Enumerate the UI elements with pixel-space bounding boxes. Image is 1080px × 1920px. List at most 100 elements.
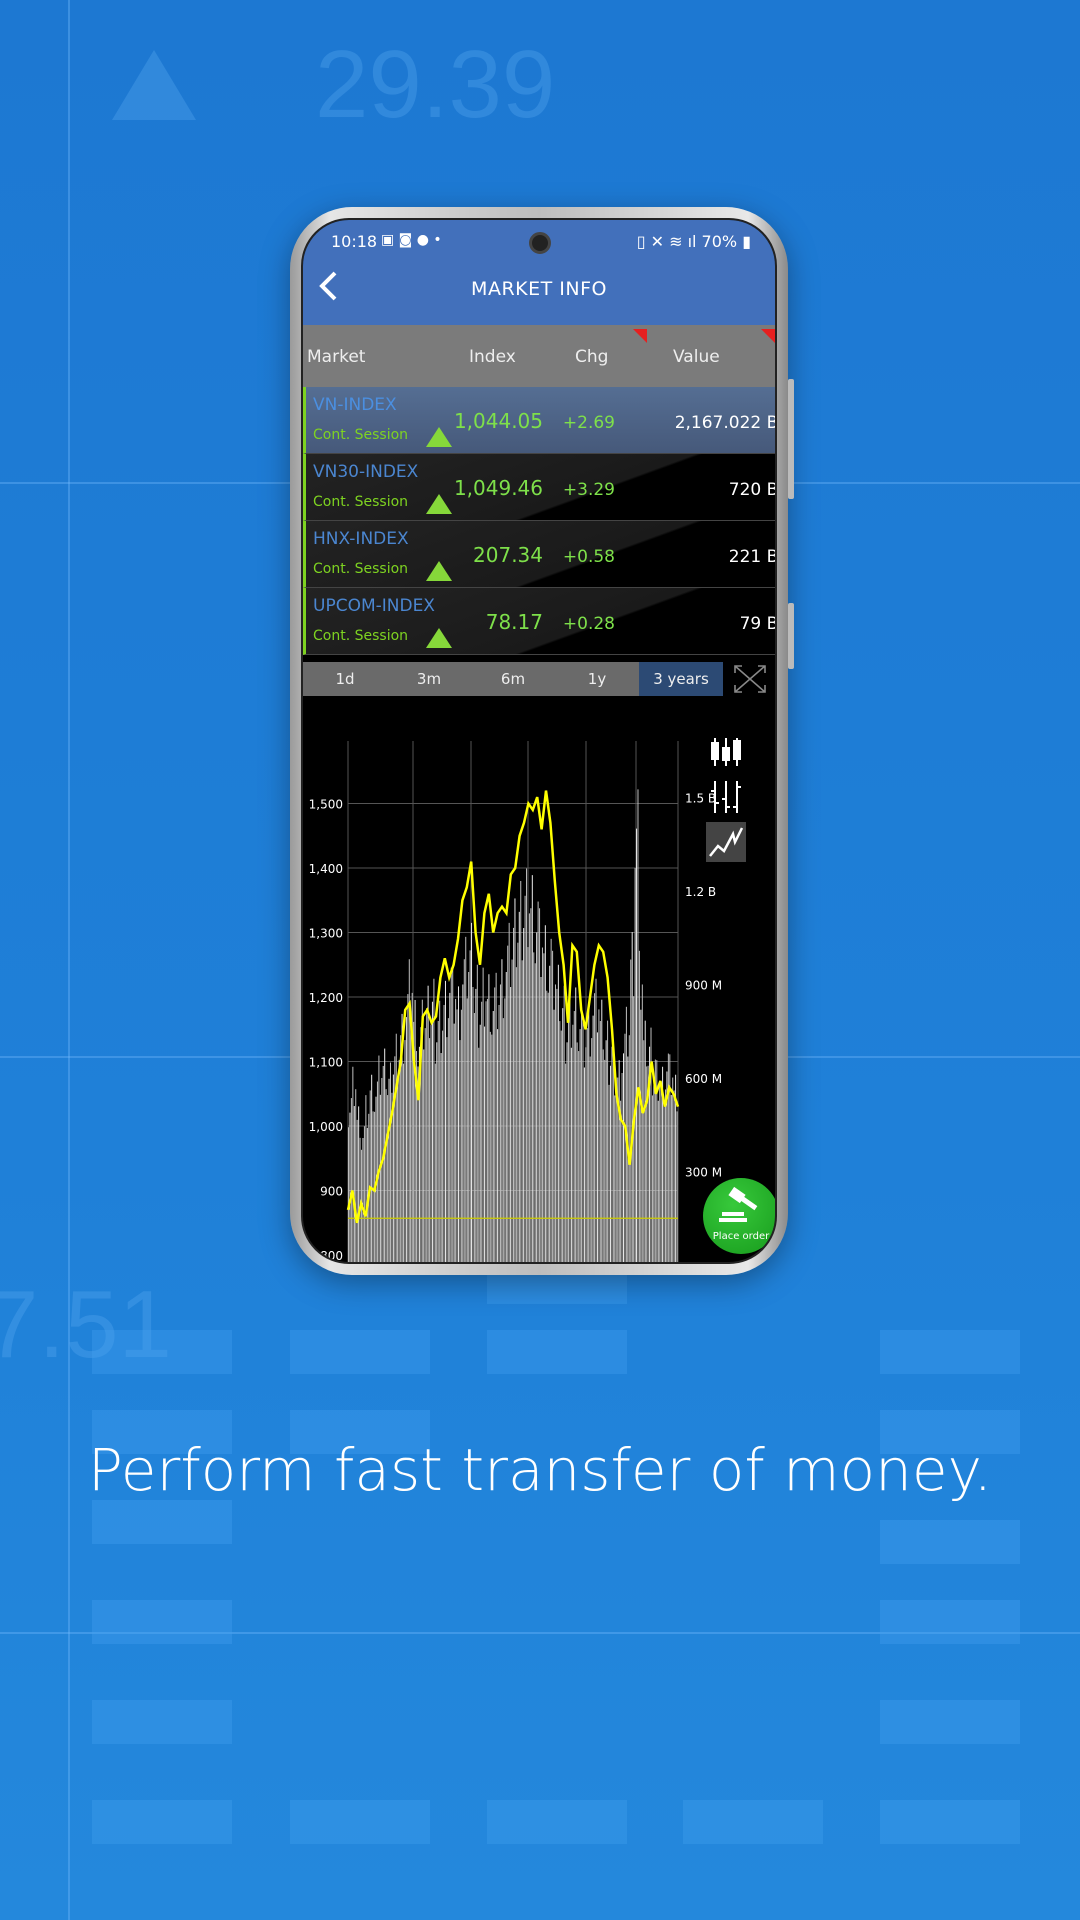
volume-bar (387, 1095, 389, 1262)
sort-indicator-icon (633, 329, 647, 343)
volume-bar (631, 932, 633, 1262)
change-value: +3.29 (562, 480, 615, 500)
volume-bar (452, 966, 454, 1262)
candlestick-button[interactable] (706, 732, 746, 772)
volume-bar (510, 987, 512, 1262)
volume-bar (456, 1009, 458, 1262)
volume-bar (475, 988, 477, 1262)
market-name: VN-INDEX (313, 395, 397, 415)
expand-button[interactable] (733, 664, 767, 694)
market-row[interactable]: VN-INDEX Cont. Session 1,044.05 +2.69 2,… (303, 387, 775, 454)
volume-bar (453, 1023, 455, 1262)
left-axis-tick: 1,500 (309, 798, 343, 812)
volume-bar (602, 1049, 604, 1262)
volume-bar (637, 789, 639, 1262)
volume-bar (444, 980, 446, 1262)
tab-range[interactable]: 6m (471, 662, 555, 696)
volume-bar (615, 1077, 617, 1262)
ohlc-button[interactable] (706, 777, 746, 817)
bg-block (92, 1800, 232, 1844)
volume-bar (378, 1055, 380, 1262)
place-order-label: Place order (712, 1231, 770, 1242)
volume-bar (623, 1053, 625, 1262)
tab-range[interactable]: 3m (387, 662, 471, 696)
volume-bar (446, 1037, 448, 1262)
volume-bar (614, 1095, 616, 1262)
volume-bar (605, 1040, 607, 1262)
volume-bar (449, 992, 451, 1262)
index-chart[interactable]: 800 900 1,000 1,100 1,200 1,300 1,400 1,500 300 … (303, 696, 775, 1262)
left-axis-tick: 1,300 (309, 927, 343, 941)
volume-bar (527, 947, 529, 1262)
volume-bar (466, 998, 468, 1262)
up-triangle-icon (426, 628, 452, 648)
market-name: VN30-INDEX (313, 462, 419, 482)
volume-bar (363, 1126, 365, 1262)
volume-bar (579, 1029, 581, 1262)
market-row[interactable]: HNX-INDEX Cont. Session 207.34 +0.58 221… (303, 521, 775, 588)
trade-value: 2,167.022 Bi (674, 413, 777, 433)
volume-bar (583, 1067, 585, 1262)
tab-range[interactable]: 1y (555, 662, 639, 696)
volume-bar (485, 1001, 487, 1262)
volume-bar (611, 1046, 613, 1262)
candlestick-icon (711, 738, 741, 766)
volume-bar (515, 967, 517, 1262)
volume-bar (388, 1078, 390, 1262)
bg-block (683, 1800, 823, 1844)
volume-bar (643, 1040, 645, 1262)
up-triangle-icon (426, 427, 452, 447)
volume-bar (540, 976, 542, 1262)
volume-bar (349, 1112, 351, 1262)
market-row[interactable]: UPCOM-INDEX Cont. Session 78.17 +0.28 79… (303, 588, 775, 655)
bg-block (92, 1600, 232, 1644)
market-row[interactable]: VN30-INDEX Cont. Session 1,049.46 +3.29 … (303, 454, 775, 521)
volume-bar (356, 1119, 358, 1262)
tab-range[interactable]: 1d (303, 662, 387, 696)
status-icons: ▯ ✕ ≋ ıl (636, 232, 702, 251)
volume-bar (502, 1018, 504, 1262)
volume-bar (609, 1065, 611, 1262)
left-axis-tick: 900 (320, 1185, 343, 1199)
volume-bar (482, 967, 484, 1262)
volume-bar (439, 1000, 441, 1262)
col-index[interactable]: Index (469, 347, 516, 367)
caption-line: Perform fast transfer of money. (87, 1436, 993, 1504)
volume-bar (546, 990, 548, 1262)
volume-bar (568, 1021, 570, 1262)
col-value[interactable]: Value (673, 347, 720, 367)
volume-bar (397, 1079, 399, 1262)
up-triangle-icon (426, 494, 452, 514)
place-order-button[interactable]: Place order (703, 1178, 775, 1254)
volume-bar (594, 993, 596, 1262)
volume-bar (537, 901, 539, 1262)
volume-bar (350, 1098, 352, 1262)
col-chg[interactable]: Chg (575, 347, 608, 367)
tab-range[interactable]: 3 years (639, 662, 723, 696)
volume-bar (552, 950, 554, 1262)
volume-bar (491, 1034, 493, 1262)
volume-bar (599, 1021, 601, 1262)
volume-bar (440, 1053, 442, 1262)
volume-bar (560, 1030, 562, 1262)
left-axis-tick: 1,200 (309, 991, 343, 1005)
phone-frame: 10:18 ▣ ◙ ● • ▯ ✕ ≋ ıl 70% ▮ MARKET INFO… (290, 207, 794, 1275)
bg-watermark: 29.39 (315, 31, 556, 138)
gavel-icon (719, 1186, 758, 1222)
line-chart-button[interactable] (706, 822, 746, 862)
volume-bar (458, 986, 460, 1262)
volume-bar (653, 1077, 655, 1262)
volume-bar (549, 965, 551, 1262)
volume-bar (479, 1024, 481, 1262)
volume-bar (365, 1095, 367, 1262)
volume-bar (620, 1100, 622, 1262)
volume-bar (601, 999, 603, 1262)
volume-bar (484, 1026, 486, 1262)
volume-bar (362, 1138, 364, 1262)
camera (529, 232, 551, 254)
volume-bar (389, 1062, 391, 1262)
volume-bar (554, 984, 556, 1262)
index-value: 1,044.05 (453, 409, 543, 433)
volume-bar (638, 950, 640, 1262)
col-market[interactable]: Market (307, 347, 365, 367)
